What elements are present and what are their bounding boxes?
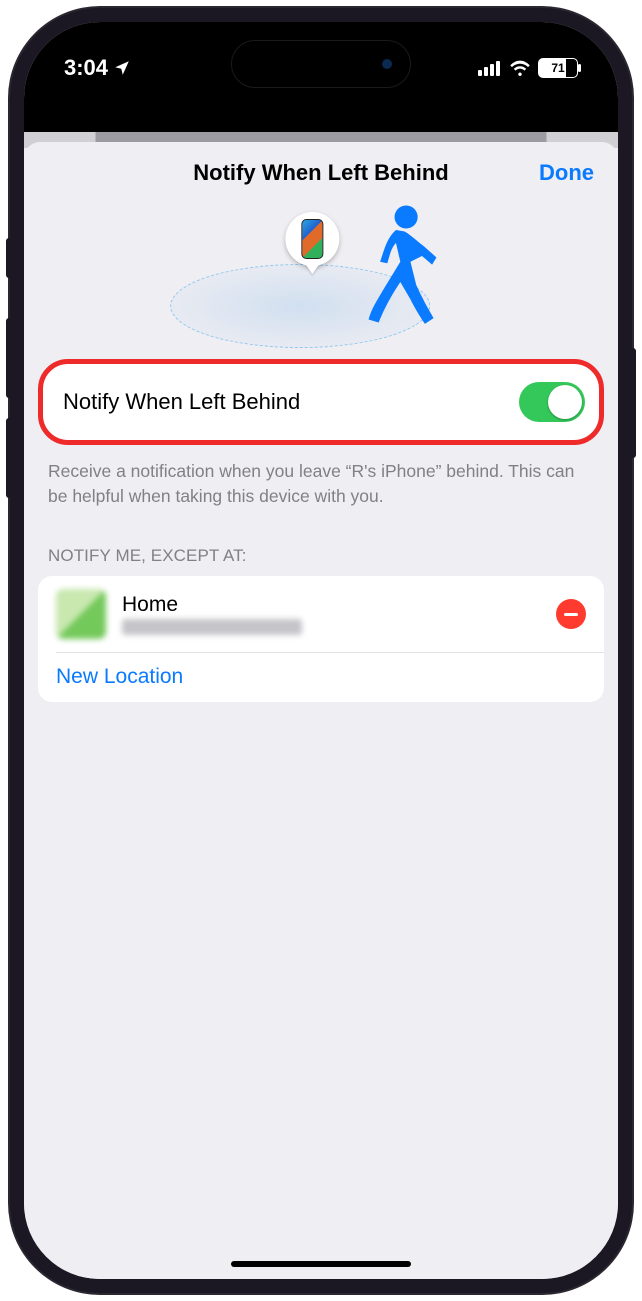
silent-switch [6,238,12,278]
device-pin [285,212,339,266]
switch-knob [548,385,582,419]
location-subtitle-redacted [122,619,302,635]
nav-bar: Notify When Left Behind Done [24,142,618,204]
location-title: Home [122,593,540,617]
location-row-home[interactable]: Home [38,576,604,652]
hero-graphic [24,204,618,359]
section-header-except: NOTIFY ME, EXCEPT AT: [24,508,618,576]
cellular-icon [478,60,502,76]
screen: 3:04 71 Notify When Left Behind [24,22,618,1279]
home-map-thumb-icon [56,589,106,639]
battery-percent: 71 [551,61,564,75]
notify-toggle-switch[interactable] [519,382,585,422]
location-arrow-icon [113,59,131,77]
walking-person-icon [351,204,441,334]
remove-location-button[interactable] [556,599,586,629]
location-text: Home [122,593,540,635]
status-time-wrap: 3:04 [64,55,131,81]
exception-list: Home New Location [38,576,604,702]
home-indicator[interactable] [231,1261,411,1267]
help-text: Receive a notification when you leave “R… [24,445,618,508]
status-bar: 3:04 71 [24,22,618,132]
volume-down [6,418,12,498]
status-right: 71 [478,58,578,78]
battery-icon: 71 [538,58,578,78]
volume-up [6,318,12,398]
done-button[interactable]: Done [539,160,594,186]
dynamic-island [231,40,411,88]
notify-toggle-row[interactable]: Notify When Left Behind [38,359,604,445]
camera-dot [382,59,392,69]
new-location-button[interactable]: New Location [38,652,604,702]
modal-sheet: Notify When Left Behind Done Notify When… [24,142,618,1279]
page-title: Notify When Left Behind [193,160,448,186]
status-time: 3:04 [64,55,108,81]
iphone-icon [301,219,323,259]
phone-frame: 3:04 71 Notify When Left Behind [10,8,632,1293]
wifi-icon [509,60,531,76]
notify-toggle-label: Notify When Left Behind [63,389,300,415]
power-button [630,348,636,458]
new-location-label: New Location [56,665,183,689]
